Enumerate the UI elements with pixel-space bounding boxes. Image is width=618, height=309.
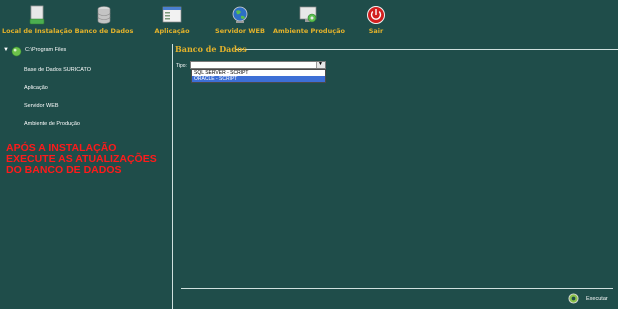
tree-item-servidor-web[interactable]: Servidor WEB [24,103,59,109]
globe-icon [11,46,22,57]
toolbar-banco-dados-button[interactable]: Banco de Dados [69,5,139,35]
panel-title: Banco de Dados [175,44,247,54]
tipo-label: Tipo: [176,63,187,69]
tree-expand-icon[interactable]: ▼ [3,47,9,53]
toolbar-aplicacao-button[interactable]: Aplicação [137,5,207,35]
toolbar-label: Aplicação [154,27,190,35]
toolbar-sair-button[interactable]: Sair [341,5,411,35]
dropdown-option-oracle[interactable]: ORACLE - SCRIPT [192,76,325,82]
tree-item-aplicacao[interactable]: Aplicação [24,85,48,91]
tipo-dropdown-list: SQL SERVER - SCRIPT ORACLE - SCRIPT [191,69,326,83]
installation-warning: APÓS A INSTALAÇÃO EXECUTE AS ATUALIZAÇÕE… [6,143,166,176]
globe-icon [232,6,248,23]
toolbar-servidor-web-button[interactable]: Servidor WEB [205,5,275,35]
document-icon [29,5,45,25]
gear-icon [568,293,579,304]
tree-root-label: C:\Program Files [25,47,67,53]
toolbar-label: Banco de Dados [74,27,134,35]
panel-bottom-divider [181,288,613,289]
toolbar-local-instalacao-button[interactable]: Local de Instalação [2,5,72,35]
execute-label: Executar [586,296,608,302]
database-icon [97,6,111,24]
toolbar-ambiente-producao-button[interactable]: Ambiente Produção [273,5,345,35]
dropdown-button[interactable]: ▼ [316,61,325,68]
toolbar-label: Local de Instalação [2,27,73,35]
tree-item-ambiente-producao[interactable]: Ambiente de Produção [24,121,80,127]
toolbar-label: Sair [368,27,384,35]
chevron-down-icon: ▼ [318,61,323,67]
gear-monitor-icon [299,6,317,23]
panel-top-divider [236,49,618,50]
vertical-divider [172,44,173,309]
toolbar: Local de Instalação Banco de Dados Aplic… [0,0,618,40]
toolbar-label: Servidor WEB [215,27,265,35]
toolbar-label: Ambiente Produção [273,27,345,35]
window-icon [162,6,182,23]
warning-line: DO BANCO DE DADOS [6,164,122,176]
tipo-select[interactable]: ▼ [190,61,326,69]
tree-item-base-dados[interactable]: Base de Dados SURICATO [24,67,91,73]
power-icon [367,6,385,24]
